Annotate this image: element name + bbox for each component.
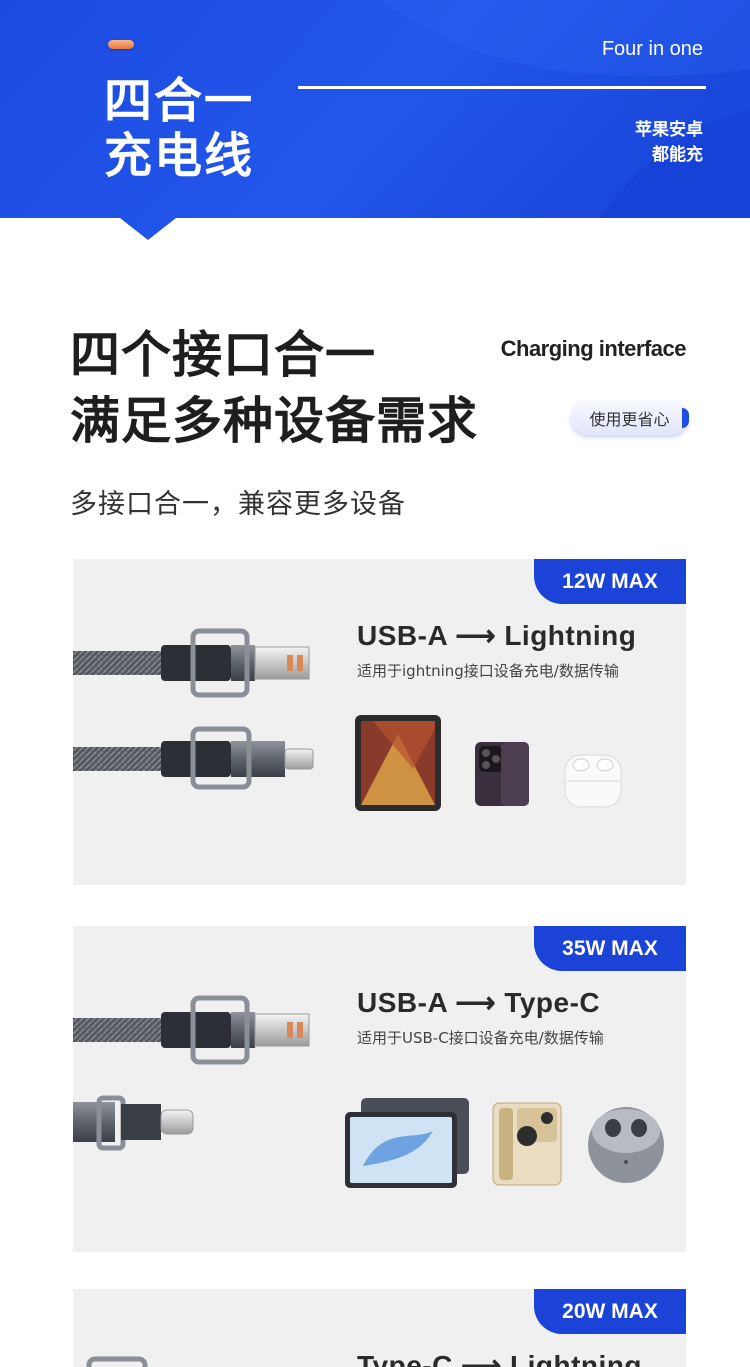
banner-subtitle: 苹果安卓 都能充: [635, 118, 703, 168]
airpods-icon: [564, 754, 622, 808]
card-description: 适用于ightning接口设备充电/数据传输: [357, 662, 619, 680]
banner-sub-line1: 苹果安卓: [635, 120, 703, 140]
banner-english-title: Four in one: [601, 38, 703, 60]
banner-divider: [298, 86, 706, 89]
lightning-plug-icon: [73, 726, 314, 790]
card1-illustration: [73, 628, 622, 811]
card-usb-a-type-c: 35W MAX USB-A ⟶ Type-C 适用于USB-C接口设备充电/数据…: [73, 926, 686, 1252]
iphone-icon: [475, 742, 529, 806]
power-tab: 20W MAX: [534, 1289, 686, 1334]
easy-use-badge: 使用更省心: [571, 401, 689, 435]
banner-title-line2: 充电线: [104, 128, 255, 184]
banner-sub-line2: 都能充: [652, 145, 703, 165]
orange-pill-decoration: [108, 40, 134, 49]
card-title: USB-A ⟶ Lightning: [357, 620, 637, 651]
usb-c-plug-icon: [86, 1356, 148, 1367]
card2-illustration: [73, 995, 664, 1188]
usb-a-plug-icon: [73, 995, 310, 1065]
section-subtitle: 多接口合一，兼容更多设备: [70, 489, 406, 520]
banner-title: 四合一 充电线: [104, 74, 254, 184]
usb-a-plug-icon: [73, 628, 310, 698]
card-description: 适用于USB-C接口设备充电/数据传输: [357, 1029, 604, 1047]
charging-interface-label: Charging interface: [500, 336, 687, 361]
headline-line1: 四个接口合一: [70, 326, 376, 384]
card-usb-a-lightning: 12W MAX USB-A ⟶ Lightning 适用于ightning接口设…: [73, 559, 686, 885]
card-title: Type-C ⟶ Lightning: [357, 1350, 643, 1367]
earbuds-case-icon: [588, 1107, 664, 1183]
power-tab: 35W MAX: [534, 926, 686, 971]
power-tab: 12W MAX: [534, 559, 686, 604]
badge-label: 使用更省心: [589, 410, 670, 429]
headline-line2: 满足多种设备需求: [70, 392, 478, 450]
top-banner: 四合一 充电线 Four in one 苹果安卓 都能充: [0, 0, 750, 240]
banner-title-line1: 四合一: [104, 73, 255, 129]
tablet-icon: [345, 1098, 469, 1188]
badge-cap-decoration: [682, 408, 689, 428]
ipad-icon: [355, 715, 441, 811]
android-phone-icon: [492, 1102, 562, 1186]
card-title: USB-A ⟶ Type-C: [357, 987, 601, 1018]
card-type-c-lightning: 20W MAX Type-C ⟶ Lightning: [73, 1289, 686, 1367]
usb-c-plug-icon: [73, 1095, 194, 1151]
section-headline: 四个接口合一 满足多种设备需求: [70, 322, 478, 454]
